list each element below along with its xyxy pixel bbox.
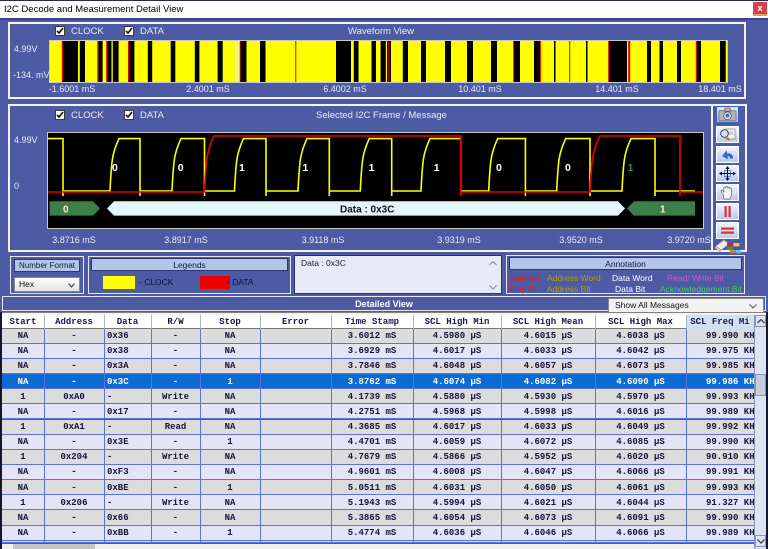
svg-text:1: 1 xyxy=(660,205,666,216)
svg-text:1: 1 xyxy=(303,162,309,174)
svg-text:0: 0 xyxy=(496,162,502,174)
svg-text:1: 1 xyxy=(369,162,375,174)
svg-text:0: 0 xyxy=(112,162,118,174)
svg-text:0: 0 xyxy=(178,162,184,174)
svg-text:Data : 0x3C: Data : 0x3C xyxy=(340,205,394,216)
svg-text:0: 0 xyxy=(63,205,69,216)
svg-text:1: 1 xyxy=(239,162,245,174)
svg-text:1: 1 xyxy=(628,162,634,174)
svg-text:1: 1 xyxy=(434,162,440,174)
svg-text:0: 0 xyxy=(565,162,571,174)
